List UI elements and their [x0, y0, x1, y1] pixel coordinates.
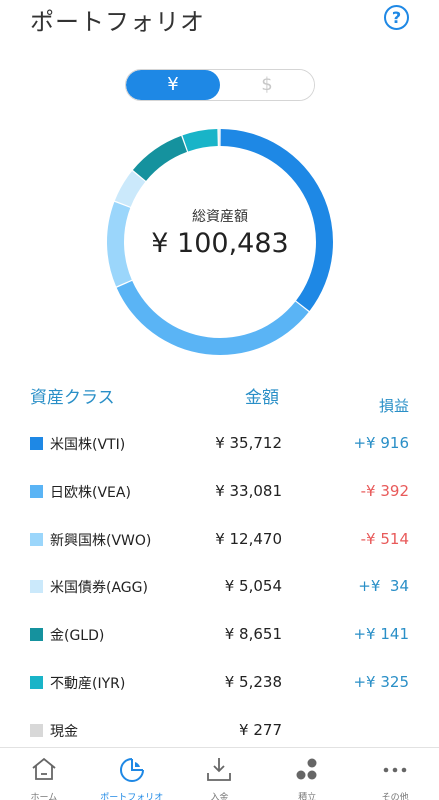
- asset-amount: ¥ 8,651: [224, 625, 282, 644]
- asset-table-header: 資産クラス 金額 損益: [0, 383, 439, 415]
- asset-color-swatch: [30, 723, 43, 737]
- asset-name: 不動産(IYR): [50, 675, 126, 692]
- asset-color-swatch: [30, 532, 43, 546]
- help-icon[interactable]: ?: [384, 5, 409, 30]
- tab-label: 積立: [298, 793, 317, 800]
- asset-amount: ¥ 277: [239, 720, 282, 739]
- asset-profit-loss: -¥ 392: [360, 481, 409, 500]
- savings-icon: [296, 758, 317, 780]
- asset-name: 米国債券(AGG): [50, 580, 148, 597]
- app-header: ポートフォリオ ?: [0, 0, 439, 40]
- total-assets-value: ¥ 100,483: [151, 228, 289, 259]
- donut-segment: [116, 280, 309, 355]
- asset-amount: ¥ 5,054: [224, 577, 282, 596]
- table-row[interactable]: 米国債券(AGG) ¥ 5,054 +¥ 34: [0, 565, 439, 613]
- table-row[interactable]: 金(GLD) ¥ 8,651 +¥ 141: [0, 613, 439, 661]
- portfolio-icon: [119, 758, 144, 782]
- more-icon: [383, 767, 407, 773]
- tab-label: その他: [381, 793, 409, 800]
- donut-segment: [182, 129, 218, 152]
- asset-profit-loss: +¥ 141: [353, 625, 409, 644]
- tab-more[interactable]: その他: [351, 748, 439, 800]
- asset-name: 現金: [50, 723, 78, 740]
- home-icon: [32, 757, 56, 780]
- asset-color-swatch: [30, 437, 43, 450]
- tab-deposit[interactable]: 入金: [176, 748, 264, 800]
- page-title: ポートフォリオ: [30, 8, 205, 36]
- asset-color-swatch: [30, 675, 43, 689]
- donut-segment: [218, 129, 220, 147]
- header-asset-class: 資産クラス: [30, 388, 115, 408]
- tab-label: ホーム: [30, 793, 58, 800]
- deposit-icon: [207, 758, 232, 781]
- asset-name: 新興国株(VWO): [50, 532, 152, 549]
- tab-label: 入金: [210, 793, 229, 800]
- asset-name: 米国株(VTI): [50, 437, 126, 453]
- tab-home[interactable]: ホーム: [0, 748, 88, 800]
- table-row[interactable]: 不動産(IYR) ¥ 5,238 +¥ 325: [0, 661, 439, 709]
- table-row[interactable]: 米国株(VTI) ¥ 35,712 +¥ 916: [0, 422, 439, 470]
- donut-segment: [132, 135, 188, 181]
- asset-name: 金(GLD): [50, 628, 105, 645]
- currency-dollar-option[interactable]: $: [220, 70, 314, 100]
- asset-profit-loss: +¥ 916: [353, 434, 409, 452]
- tab-savings[interactable]: 積立: [263, 748, 351, 800]
- asset-profit-loss: +¥ 325: [353, 672, 409, 691]
- asset-amount: ¥ 33,081: [215, 481, 282, 500]
- asset-color-swatch: [30, 580, 43, 594]
- donut-center: 総資産額 ¥ 100,483: [96, 206, 344, 259]
- asset-amount: ¥ 5,238: [224, 672, 282, 691]
- tab-label: ポートフォリオ: [100, 793, 164, 800]
- asset-profit-loss: -¥ 514: [360, 529, 409, 548]
- asset-color-swatch: [30, 628, 43, 642]
- asset-profit-loss: +¥ 34: [358, 577, 409, 596]
- asset-name: 日欧株(VEA): [50, 484, 131, 501]
- header-amount: 金額: [245, 388, 279, 408]
- bottom-tab-bar: ホーム ポートフォリオ 入金 積立 その他: [0, 747, 439, 800]
- currency-yen-option[interactable]: ¥: [126, 70, 220, 100]
- asset-amount: ¥ 35,712: [215, 434, 282, 452]
- allocation-donut-chart: 総資産額 ¥ 100,483: [96, 118, 344, 366]
- asset-table: 米国株(VTI) ¥ 35,712 +¥ 916 日欧株(VEA) ¥ 33,0…: [0, 422, 439, 757]
- tab-portfolio[interactable]: ポートフォリオ: [88, 748, 176, 800]
- header-profit-loss: 損益: [378, 397, 409, 415]
- table-row[interactable]: 日欧株(VEA) ¥ 33,081 -¥ 392: [0, 470, 439, 518]
- asset-color-swatch: [30, 484, 43, 498]
- asset-amount: ¥ 12,470: [215, 529, 282, 548]
- currency-toggle[interactable]: ¥ $: [125, 69, 315, 101]
- table-row[interactable]: 新興国株(VWO) ¥ 12,470 -¥ 514: [0, 518, 439, 566]
- total-assets-label: 総資産額: [192, 209, 248, 225]
